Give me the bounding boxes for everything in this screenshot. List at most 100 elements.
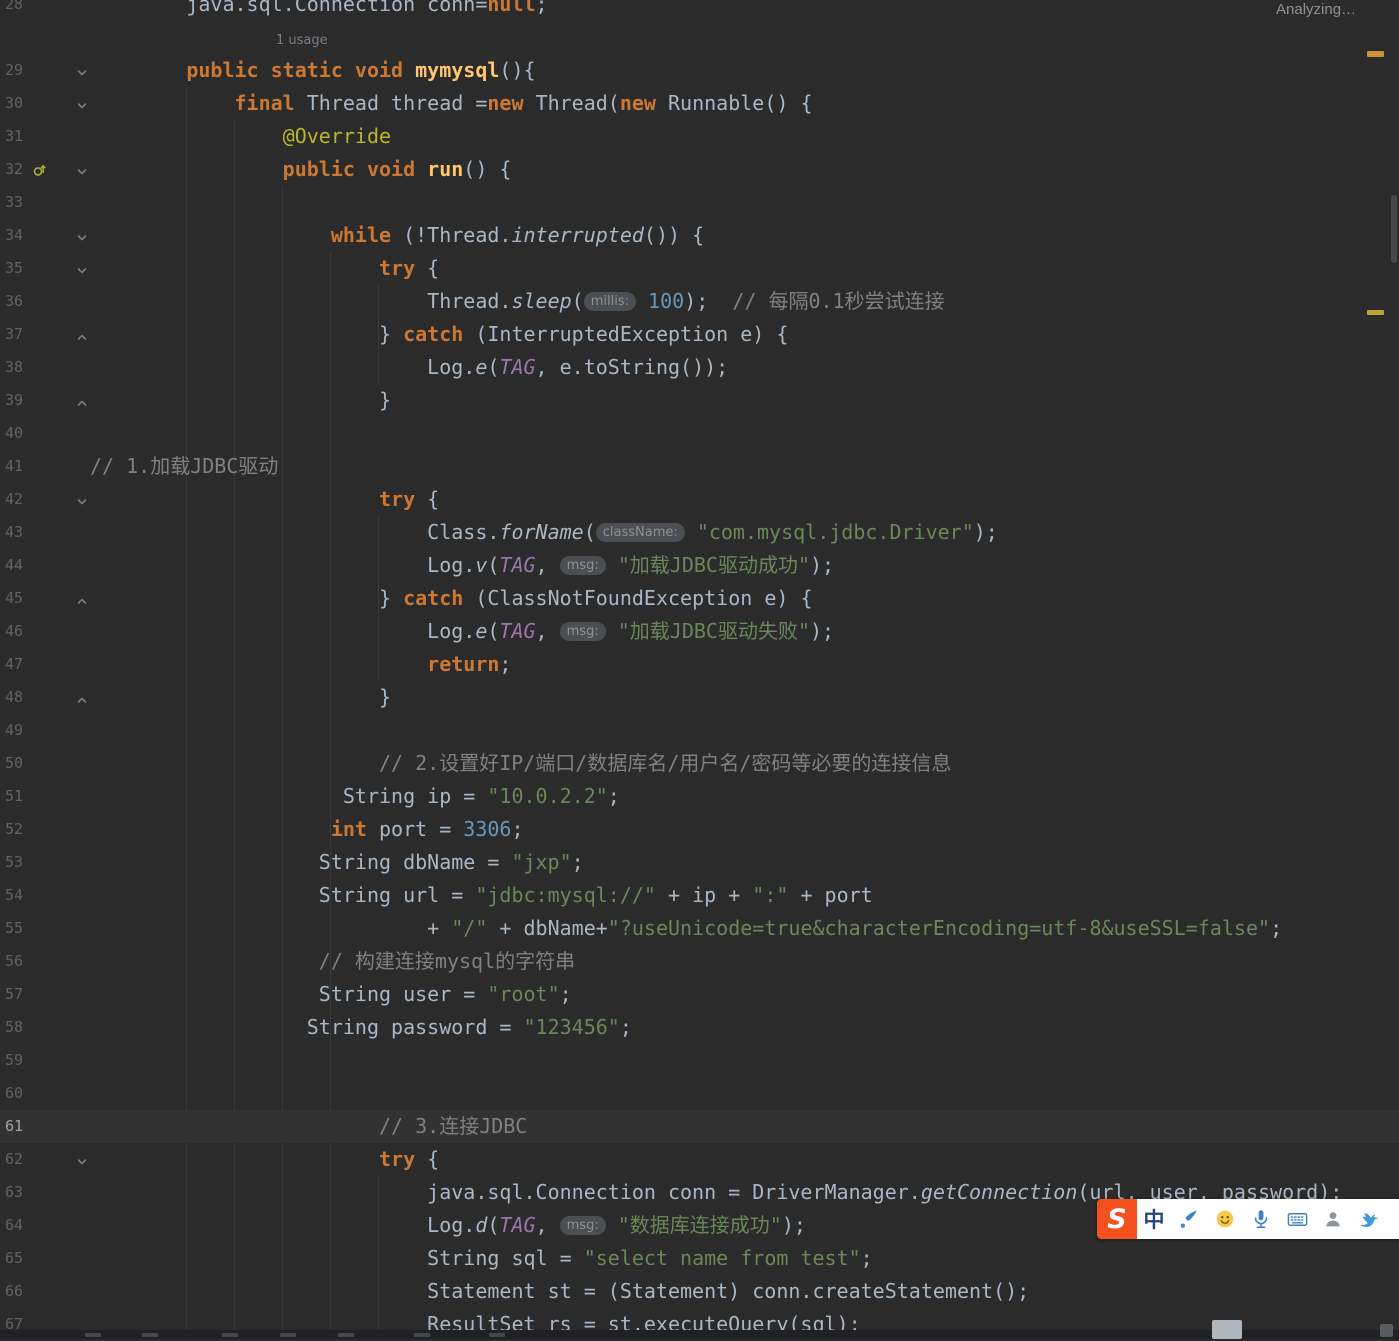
line-number[interactable]: 65 [5,1242,49,1275]
line-number[interactable]: 38 [5,351,49,384]
toolbar-stub-icon[interactable] [489,1333,505,1337]
line-number[interactable]: 51 [5,780,49,813]
warning-stripe-mark[interactable] [1367,51,1384,57]
line-number[interactable]: 46 [5,615,49,648]
code-text[interactable]: String user = "root"; [90,978,1399,1011]
line-number[interactable]: 36 [5,285,49,318]
line-number[interactable]: 66 [5,1275,49,1308]
code-line[interactable]: 50 // 2.设置好IP/端口/数据库名/用户名/密码等必要的连接信息 [0,747,1399,780]
code-text[interactable]: public void run() { [90,153,1399,186]
code-editor[interactable]: 28 java.sql.Connection conn=null; 1 usage… [0,0,1399,1339]
code-text[interactable]: 1 usage [90,21,1399,57]
code-line[interactable]: 42 try { [0,483,1399,516]
line-number[interactable]: 41 [5,450,49,483]
code-line[interactable]: 66 Statement st = (Statement) conn.creat… [0,1275,1399,1308]
code-line[interactable]: 56 // 构建连接mysql的字符串 [0,945,1399,978]
line-number[interactable]: 54 [5,879,49,912]
sogou-logo-icon[interactable]: S [1097,1199,1137,1239]
code-line[interactable]: 59 [0,1044,1399,1077]
code-line[interactable]: 52 int port = 3306; [0,813,1399,846]
warning-stripe-mark[interactable] [1367,310,1384,315]
line-number[interactable]: 45 [5,582,49,615]
code-text[interactable]: // 3.连接JDBC [90,1110,1399,1143]
code-line[interactable]: 45 } catch (ClassNotFoundException e) { [0,582,1399,615]
code-line[interactable]: 39 } [0,384,1399,417]
code-line[interactable]: 51 String ip = "10.0.2.2"; [0,780,1399,813]
code-text[interactable]: final Thread thread =new Thread(new Runn… [90,87,1399,120]
code-line[interactable]: 43 Class.forName(className: "com.mysql.j… [0,516,1399,549]
code-text[interactable]: Thread.sleep(millis: 100); // 每隔0.1秒尝试连接 [90,285,1399,318]
line-number[interactable]: 57 [5,978,49,1011]
line-number[interactable]: 47 [5,648,49,681]
code-text[interactable]: int port = 3306; [90,813,1399,846]
line-number[interactable]: 31 [5,120,49,153]
code-line[interactable]: 31 @Override [0,120,1399,153]
line-number[interactable]: 44 [5,549,49,582]
code-line[interactable]: 49 [0,714,1399,747]
line-number[interactable]: 58 [5,1011,49,1044]
code-text[interactable]: return; [90,648,1399,681]
code-text[interactable]: try { [90,1143,1399,1176]
line-number[interactable]: 53 [5,846,49,879]
code-text[interactable]: // 1.加载JDBC驱动 [90,450,1399,483]
code-line[interactable]: 62 try { [0,1143,1399,1176]
code-line[interactable]: 34 while (!Thread.interrupted()) { [0,219,1399,252]
code-line[interactable]: 33 [0,186,1399,219]
line-number[interactable]: 29 [5,54,49,87]
line-number[interactable]: 34 [5,219,49,252]
toolbar-stub-icon[interactable] [142,1333,158,1337]
line-number[interactable]: 63 [5,1176,49,1209]
code-text[interactable]: } [90,681,1399,714]
line-number[interactable]: 62 [5,1143,49,1176]
toolbar-stub-icon[interactable] [414,1333,430,1337]
code-text[interactable]: } catch (ClassNotFoundException e) { [90,582,1399,615]
line-number[interactable]: 56 [5,945,49,978]
code-text[interactable]: Statement st = (Statement) conn.createSt… [90,1275,1399,1308]
code-text[interactable]: @Override [90,120,1399,153]
fold-end-icon[interactable] [76,592,88,604]
line-number[interactable]: 33 [5,186,49,219]
toolbar-stub-icon[interactable] [222,1333,238,1337]
fold-start-icon[interactable] [76,64,88,76]
ime-skin-icon[interactable] [1351,1199,1387,1239]
code-text[interactable]: + "/" + dbName+"?useUnicode=true&charact… [90,912,1399,945]
ime-voice-icon[interactable] [1243,1199,1279,1239]
code-line[interactable]: 65 String sql = "select name from test"; [0,1242,1399,1275]
ime-emoji-icon[interactable] [1207,1199,1243,1239]
ime-handwriting-icon[interactable] [1171,1199,1207,1239]
line-number[interactable]: 48 [5,681,49,714]
code-line[interactable]: 55 + "/" + dbName+"?useUnicode=true&char… [0,912,1399,945]
line-number[interactable]: 42 [5,483,49,516]
line-number[interactable]: 40 [5,417,49,450]
code-line[interactable]: 35 try { [0,252,1399,285]
fold-end-icon[interactable] [76,394,88,406]
fold-end-icon[interactable] [76,691,88,703]
fold-end-icon[interactable] [76,328,88,340]
line-number[interactable]: 64 [5,1209,49,1242]
line-number[interactable]: 59 [5,1044,49,1077]
fold-start-icon[interactable] [76,262,88,274]
line-number[interactable]: 49 [5,714,49,747]
code-text[interactable]: Log.v(TAG, msg: "加载JDBC驱动成功"); [90,549,1399,582]
fold-start-icon[interactable] [76,493,88,505]
ime-keyboard-icon[interactable] [1279,1199,1315,1239]
fold-start-icon[interactable] [76,229,88,241]
code-line[interactable]: 28 java.sql.Connection conn=null; [0,0,1399,21]
code-text[interactable]: java.sql.Connection conn=null; [90,0,1399,21]
code-text[interactable]: Log.e(TAG, msg: "加载JDBC驱动失败"); [90,615,1399,648]
code-text[interactable]: // 构建连接mysql的字符串 [90,945,1399,978]
code-text[interactable]: String dbName = "jxp"; [90,846,1399,879]
fold-start-icon[interactable] [76,97,88,109]
line-number[interactable]: 35 [5,252,49,285]
code-line[interactable]: 29 public static void mymysql(){ [0,54,1399,87]
code-line[interactable]: 37 } catch (InterruptedException e) { [0,318,1399,351]
line-number[interactable]: 60 [5,1077,49,1110]
code-line[interactable]: 60 [0,1077,1399,1110]
code-text[interactable]: } [90,384,1399,417]
code-line[interactable]: 32 public void run() { [0,153,1399,186]
line-number[interactable]: 61 [5,1110,49,1143]
code-line[interactable]: 46 Log.e(TAG, msg: "加载JDBC驱动失败"); [0,615,1399,648]
toolbar-stub-icon[interactable] [338,1333,354,1337]
code-text[interactable]: try { [90,483,1399,516]
line-number[interactable]: 55 [5,912,49,945]
